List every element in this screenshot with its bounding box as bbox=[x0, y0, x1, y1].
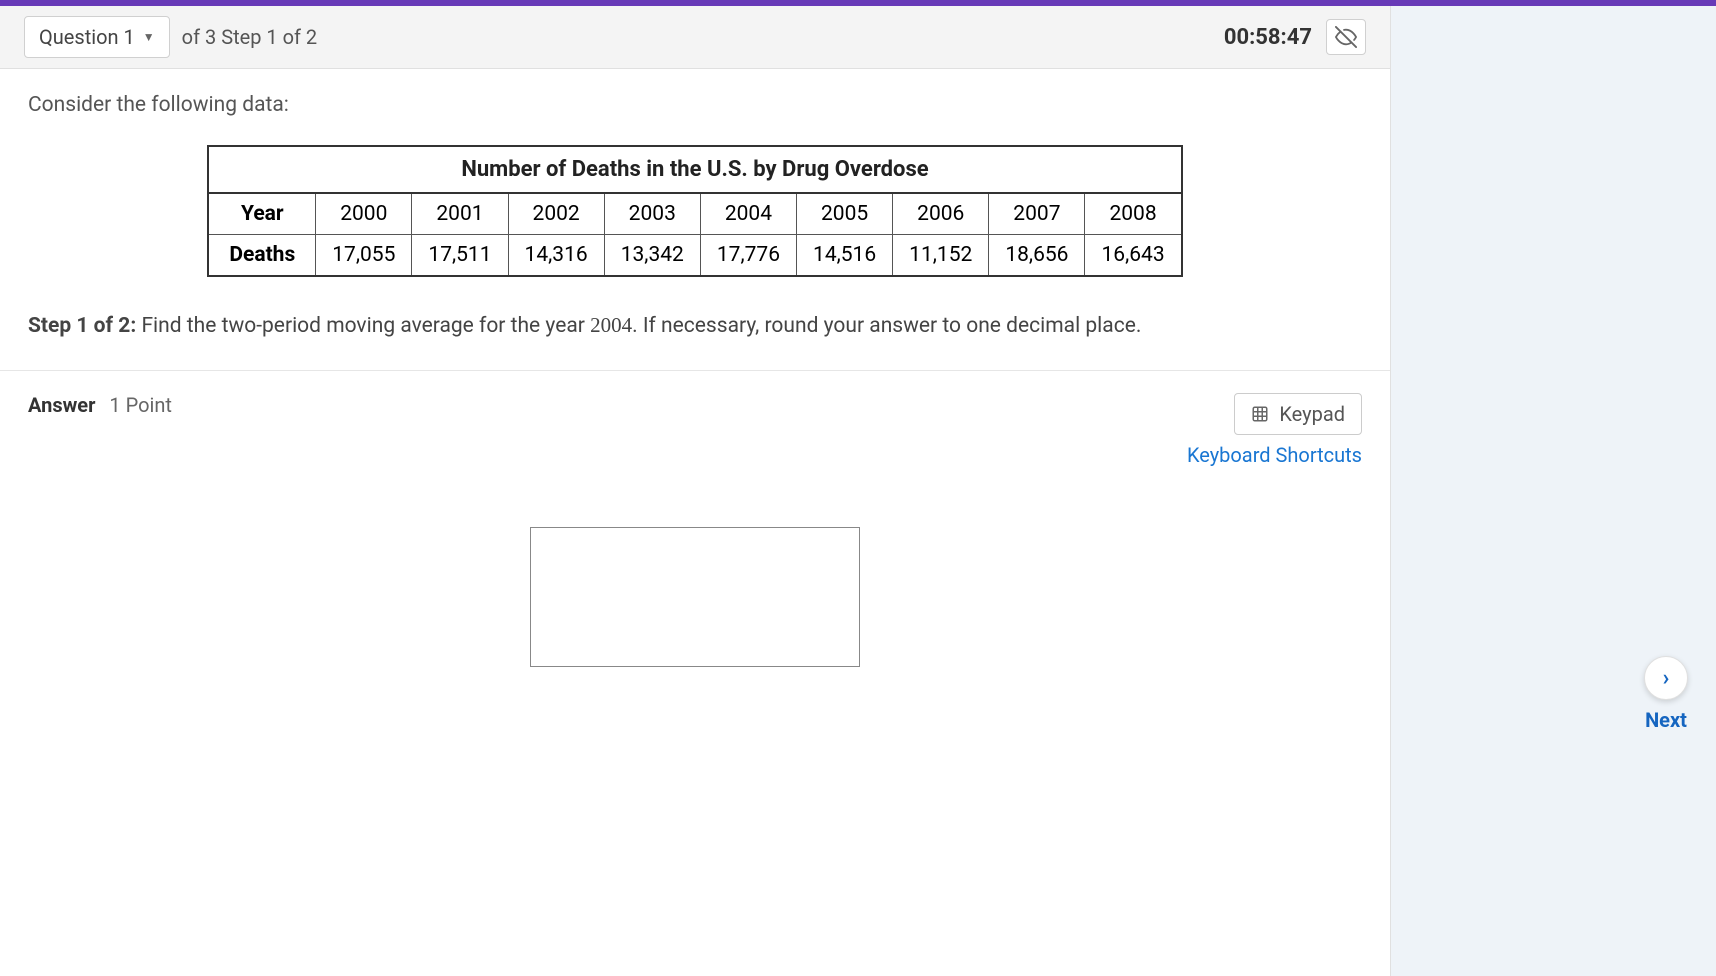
keypad-button[interactable]: Keypad bbox=[1234, 393, 1362, 435]
keyboard-shortcuts-link[interactable]: Keyboard Shortcuts bbox=[1187, 443, 1362, 467]
table-title: Number of Deaths in the U.S. by Drug Ove… bbox=[207, 145, 1182, 192]
table-cell: 2004 bbox=[700, 193, 796, 235]
table-cell: 17,511 bbox=[412, 235, 508, 277]
next-button[interactable]: › Next bbox=[1644, 656, 1688, 732]
table-row-header: Year bbox=[208, 193, 315, 235]
answer-input-wrap bbox=[28, 527, 1362, 667]
eye-off-icon bbox=[1335, 26, 1357, 48]
question-body: Consider the following data: Number of D… bbox=[0, 69, 1390, 371]
table-cell: 2007 bbox=[989, 193, 1085, 235]
table-row: Year200020012002200320042005200620072008 bbox=[208, 193, 1181, 235]
step-text-1: Find the two-period moving average for t… bbox=[136, 314, 590, 338]
next-button-label: Next bbox=[1644, 708, 1688, 732]
table-row: Deaths17,05517,51114,31613,34217,77614,5… bbox=[208, 235, 1181, 277]
answer-header-left: Answer 1 Point bbox=[28, 393, 172, 417]
table-cell: 11,152 bbox=[893, 235, 989, 277]
step-instruction: Step 1 of 2: Find the two-period moving … bbox=[28, 313, 1362, 338]
table-cell: 18,656 bbox=[989, 235, 1085, 277]
question-intro-text: Consider the following data: bbox=[28, 93, 1362, 117]
step-year: 2004 bbox=[590, 313, 632, 337]
header-left: Question 1 ▼ of 3 Step 1 of 2 bbox=[24, 16, 317, 58]
chevron-right-icon: › bbox=[1644, 656, 1688, 700]
question-selector-dropdown[interactable]: Question 1 ▼ bbox=[24, 16, 170, 58]
data-table: Number of Deaths in the U.S. by Drug Ove… bbox=[207, 145, 1182, 277]
question-selector-label: Question 1 bbox=[39, 25, 135, 49]
toggle-visibility-button[interactable] bbox=[1326, 19, 1366, 55]
answer-header: Answer 1 Point Keypad Keybo bbox=[28, 393, 1362, 467]
answer-header-right: Keypad Keyboard Shortcuts bbox=[1187, 393, 1362, 467]
step-progress-text: of 3 Step 1 of 2 bbox=[182, 25, 318, 49]
table-cell: 2005 bbox=[797, 193, 893, 235]
main-column: Question 1 ▼ of 3 Step 1 of 2 00:58:47 C… bbox=[0, 6, 1390, 976]
timer-display: 00:58:47 bbox=[1224, 25, 1312, 50]
step-text-2: . If necessary, round your answer to one… bbox=[632, 314, 1141, 338]
table-cell: 14,516 bbox=[797, 235, 893, 277]
answer-input[interactable] bbox=[530, 527, 860, 667]
table-cell: 16,643 bbox=[1085, 235, 1182, 277]
table-cell: 17,776 bbox=[700, 235, 796, 277]
caret-down-icon: ▼ bbox=[143, 30, 155, 44]
keypad-icon bbox=[1251, 405, 1269, 423]
keypad-button-label: Keypad bbox=[1279, 402, 1345, 426]
points-label: 1 Point bbox=[109, 393, 172, 417]
question-header-bar: Question 1 ▼ of 3 Step 1 of 2 00:58:47 bbox=[0, 6, 1390, 69]
answer-label: Answer bbox=[28, 393, 95, 417]
answer-section: Answer 1 Point Keypad Keybo bbox=[0, 371, 1390, 976]
table-cell: 2002 bbox=[508, 193, 604, 235]
header-right: 00:58:47 bbox=[1224, 19, 1366, 55]
table-cell: 2003 bbox=[604, 193, 700, 235]
step-label: Step 1 of 2: bbox=[28, 314, 136, 338]
table-cell: 14,316 bbox=[508, 235, 604, 277]
side-column: › Next bbox=[1390, 6, 1716, 976]
table-cell: 2001 bbox=[412, 193, 508, 235]
table-cell: 2008 bbox=[1085, 193, 1182, 235]
table-cell: 2000 bbox=[316, 193, 412, 235]
page-wrap: Question 1 ▼ of 3 Step 1 of 2 00:58:47 C… bbox=[0, 6, 1716, 976]
table-cell: 2006 bbox=[893, 193, 989, 235]
table-cell: 17,055 bbox=[316, 235, 412, 277]
table-cell: 13,342 bbox=[604, 235, 700, 277]
table-row-header: Deaths bbox=[208, 235, 315, 277]
